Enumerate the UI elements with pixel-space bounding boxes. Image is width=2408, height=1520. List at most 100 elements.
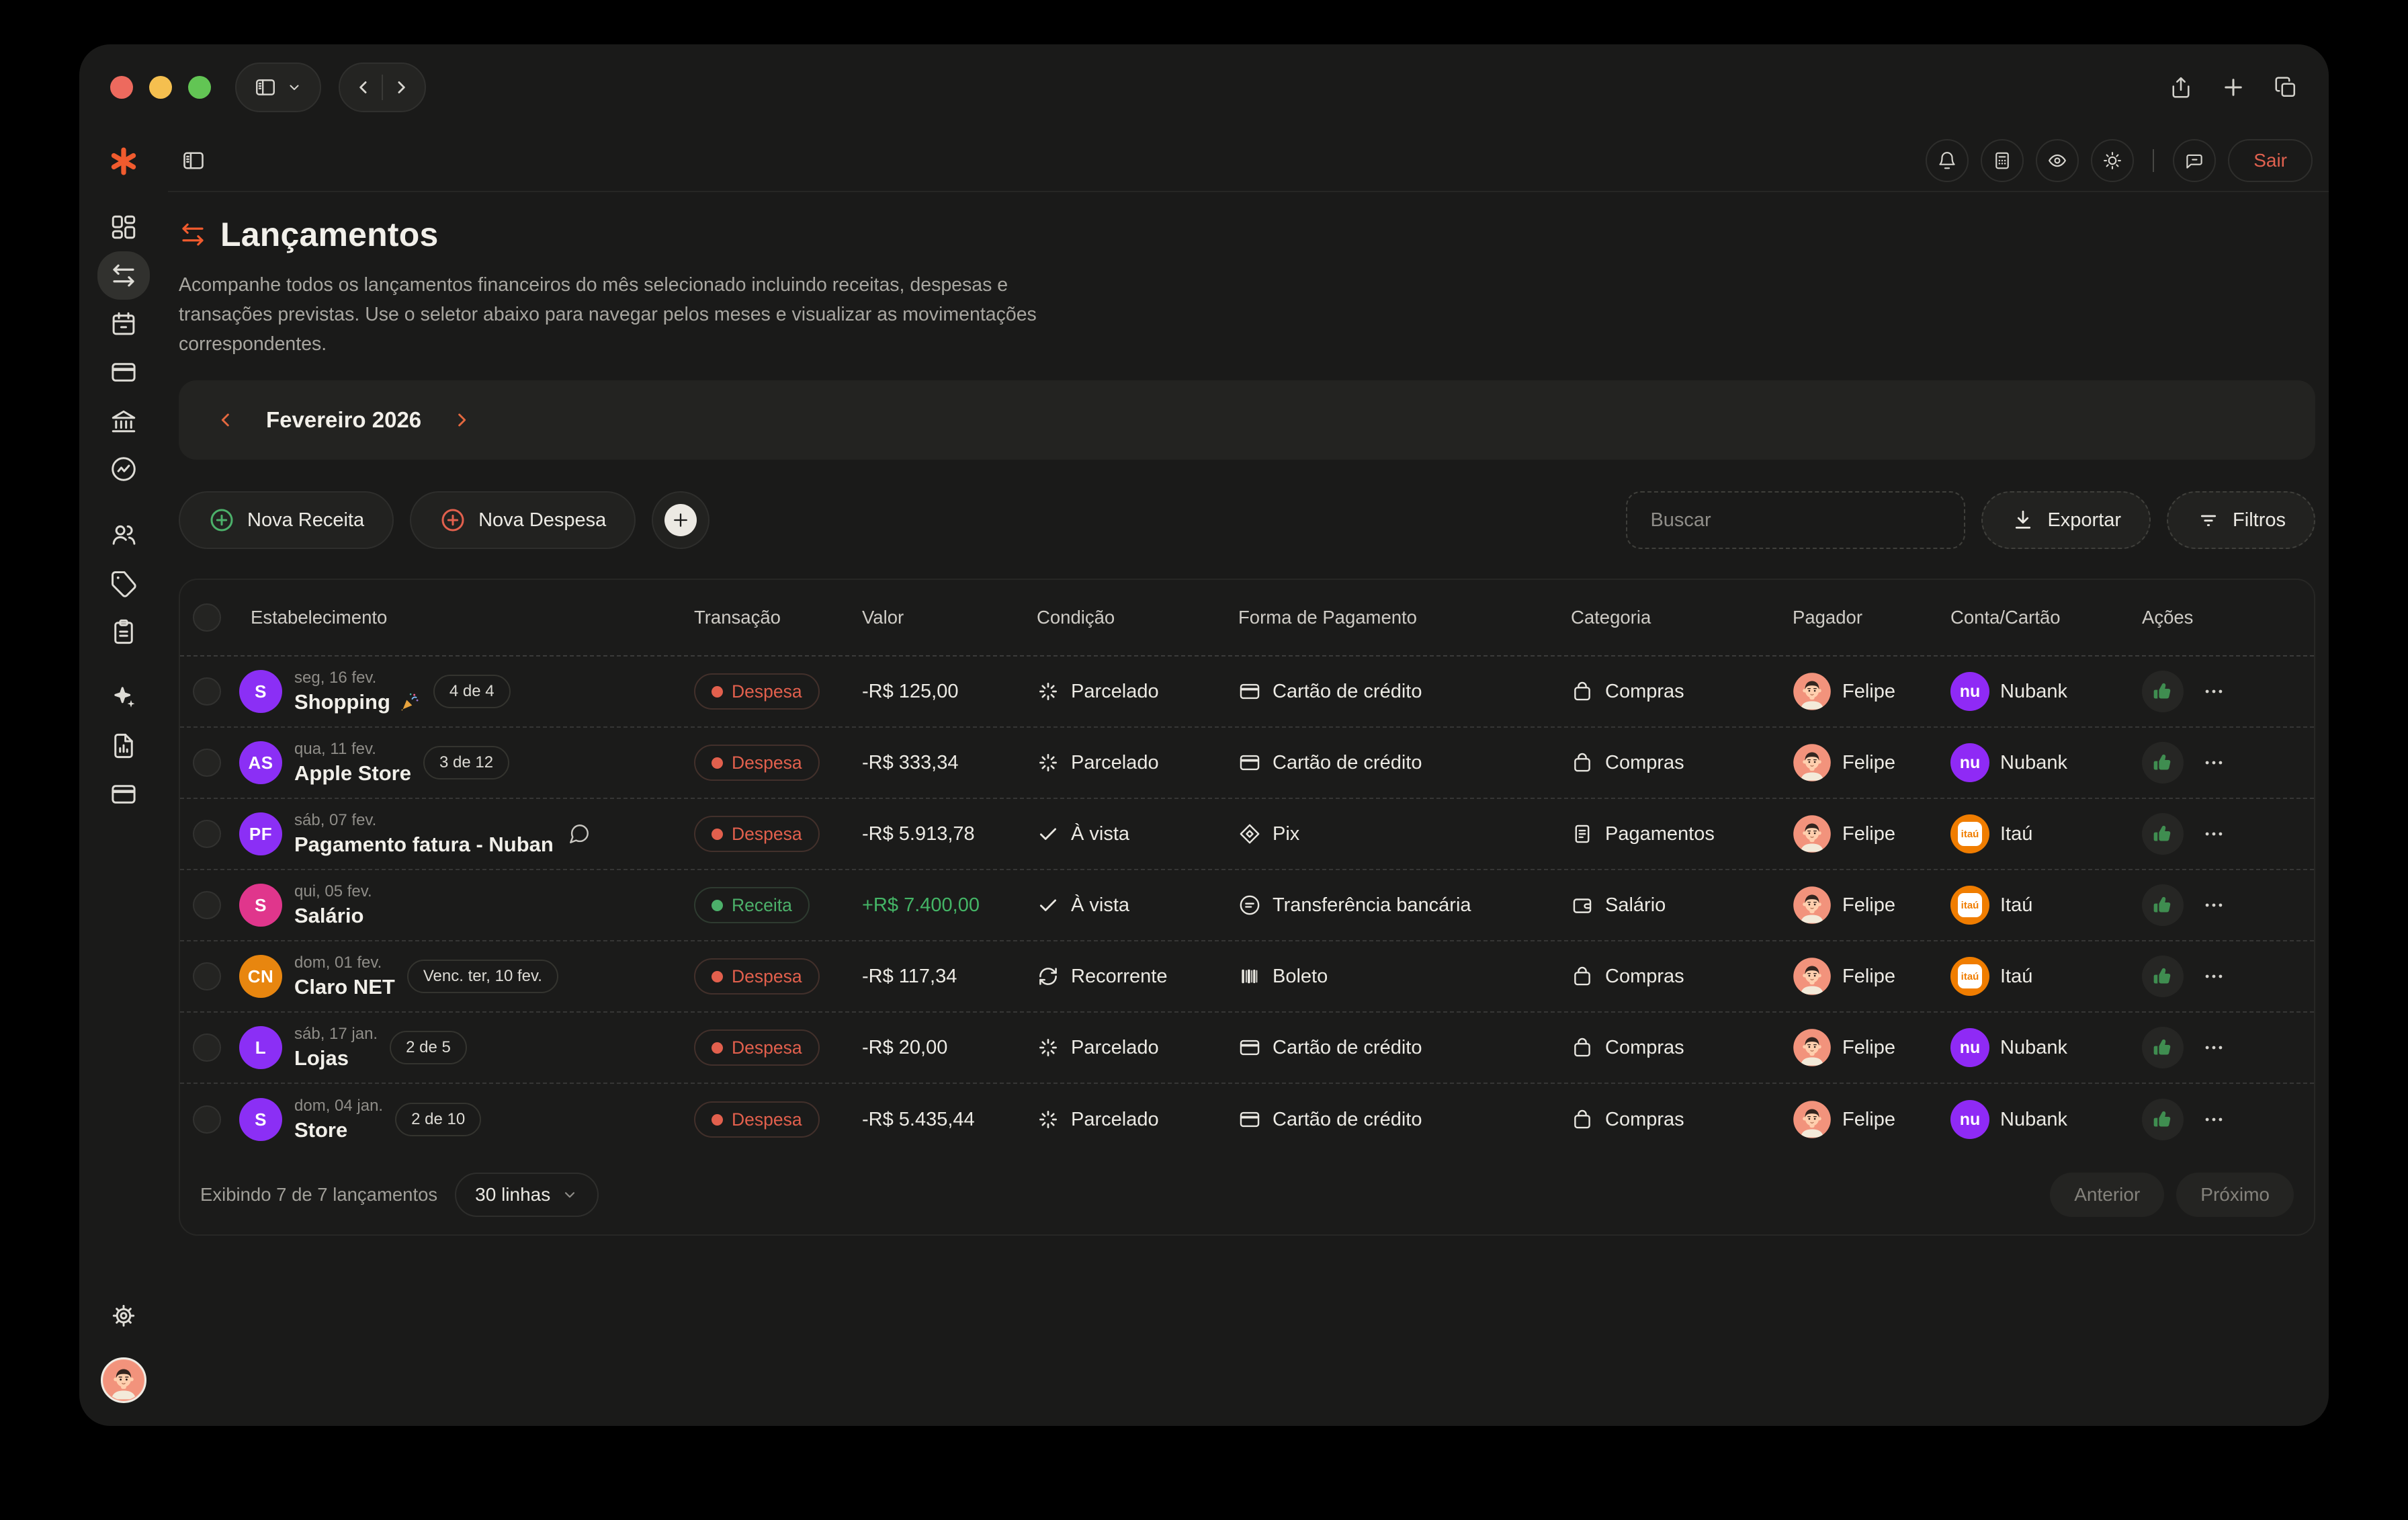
establishment-avatar: S: [239, 1098, 282, 1141]
column-header: Condição: [1037, 607, 1115, 628]
sidebar-item-activity[interactable]: [97, 445, 150, 493]
logout-button[interactable]: Sair: [2228, 139, 2313, 182]
sidebar-item-credit-card[interactable]: [97, 770, 150, 818]
more-actions-button[interactable]: [2202, 965, 2225, 988]
table-row[interactable]: CN dom, 01 fev. Claro NET Venc. ter, 10 …: [180, 941, 2314, 1013]
row-checkbox[interactable]: [193, 677, 221, 706]
approve-button[interactable]: [2142, 813, 2184, 855]
thumbs-up-icon: [2152, 752, 2174, 773]
row-checkbox[interactable]: [193, 891, 221, 919]
establishment-avatar: L: [239, 1026, 282, 1069]
app-logo[interactable]: [108, 130, 139, 192]
eye-button[interactable]: [2036, 139, 2079, 182]
sidebar-item-sparkles[interactable]: [97, 673, 150, 722]
column-header: Transação: [694, 607, 781, 628]
type-label: Receita: [732, 894, 792, 915]
row-checkbox[interactable]: [193, 820, 221, 848]
forward-button[interactable]: [391, 77, 411, 97]
approve-button[interactable]: [2142, 742, 2184, 784]
sidebar-item-file-chart[interactable]: [97, 722, 150, 770]
page-content: Lançamentos Acompanhe todos os lançament…: [168, 192, 2329, 1426]
approve-button[interactable]: [2142, 884, 2184, 926]
establishment-name: Salário: [294, 904, 364, 927]
next-month-button[interactable]: [451, 409, 472, 431]
table-row[interactable]: PF sáb, 07 fev. Pagamento fatura - Nuban…: [180, 799, 2314, 870]
table-row[interactable]: S qui, 05 fev. Salário Receita +R$ 7.400…: [180, 870, 2314, 941]
sidebar-item-clipboard[interactable]: [97, 607, 150, 656]
next-page-button[interactable]: Próximo: [2176, 1173, 2294, 1217]
avatar-initials: S: [255, 894, 267, 915]
table-row[interactable]: L sáb, 17 jan. Lojas 2 de 5 Despesa -R$ …: [180, 1013, 2314, 1084]
more-actions-button[interactable]: [2202, 680, 2225, 703]
approve-button[interactable]: [2142, 671, 2184, 712]
calculator-button[interactable]: [1981, 139, 2024, 182]
feedback-button[interactable]: [2173, 139, 2217, 182]
more-actions-button[interactable]: [2202, 751, 2225, 774]
search-input[interactable]: [1626, 491, 1966, 549]
payment-method-label: Pix: [1273, 822, 1300, 845]
sidebar-toggle-button[interactable]: [235, 62, 321, 112]
filters-button[interactable]: Filtros: [2167, 491, 2315, 549]
establishment-name: Claro NET: [294, 975, 395, 999]
rows-per-page-select[interactable]: 30 linhas: [455, 1173, 599, 1217]
more-actions-button[interactable]: [2202, 1108, 2225, 1131]
bell-button[interactable]: [1926, 139, 1969, 182]
month-selector: Fevereiro 2026: [179, 380, 2315, 460]
table-row[interactable]: S seg, 16 fev. Shopping 4 de 4 Despesa -…: [180, 657, 2314, 728]
approve-button[interactable]: [2142, 956, 2184, 997]
payer-avatar: [1793, 1028, 1832, 1067]
tab-overview-button[interactable]: [2274, 75, 2298, 99]
file-chart-icon: [110, 732, 138, 760]
share-button[interactable]: [2169, 75, 2193, 99]
new-expense-button[interactable]: Nova Despesa: [410, 491, 636, 549]
installments-badge: Venc. ter, 10 fev.: [406, 960, 558, 993]
comment-icon[interactable]: [568, 822, 591, 845]
sidebar-item-tag[interactable]: [97, 559, 150, 607]
approve-button[interactable]: [2142, 1027, 2184, 1068]
type-label: Despesa: [732, 681, 802, 702]
window-titlebar: [79, 44, 2329, 130]
quick-add-button[interactable]: [652, 491, 710, 549]
new-income-button[interactable]: Nova Receita: [179, 491, 394, 549]
sidebar-item-credit-card[interactable]: [97, 348, 150, 396]
sidebar-item-transfers[interactable]: [97, 251, 150, 300]
back-button[interactable]: [353, 77, 374, 97]
row-checkbox[interactable]: [193, 1105, 221, 1134]
row-checkbox[interactable]: [193, 1033, 221, 1062]
collapse-sidebar-button[interactable]: [181, 149, 206, 173]
account-name: Itaú: [2000, 965, 2033, 987]
transaction-value: -R$ 333,34: [862, 751, 959, 773]
sidebar-item-bank[interactable]: [97, 396, 150, 445]
category-label: Pagamentos: [1605, 822, 1715, 845]
previous-page-button[interactable]: Anterior: [2050, 1173, 2165, 1217]
select-all-checkbox[interactable]: [193, 603, 221, 632]
row-checkbox[interactable]: [193, 749, 221, 777]
thumbs-up-icon: [2152, 1109, 2174, 1130]
more-actions-button[interactable]: [2202, 894, 2225, 917]
appbar-actions: [1926, 139, 2135, 182]
table-row[interactable]: S dom, 04 jan. Store 2 de 10 Despesa -R$…: [180, 1084, 2314, 1155]
sidebar-item-calendar[interactable]: [97, 300, 150, 348]
row-checkbox[interactable]: [193, 962, 221, 990]
new-income-label: Nova Receita: [247, 509, 365, 531]
sidebar-item-settings[interactable]: [97, 1292, 150, 1340]
new-tab-button[interactable]: [2221, 75, 2245, 99]
payment-method-icon: [1238, 1036, 1261, 1059]
type-dot: [712, 970, 723, 982]
table-row[interactable]: AS qua, 11 fev. Apple Store 3 de 12 Desp…: [180, 728, 2314, 799]
sidebar-item-dashboard[interactable]: [97, 203, 150, 251]
more-actions-button[interactable]: [2202, 1036, 2225, 1059]
user-avatar[interactable]: [101, 1357, 146, 1403]
transaction-value: -R$ 5.913,78: [862, 822, 975, 845]
payer-name: Felipe: [1842, 965, 1895, 987]
minimize-window-button[interactable]: [149, 76, 172, 99]
approve-button[interactable]: [2142, 1099, 2184, 1140]
close-window-button[interactable]: [110, 76, 133, 99]
zoom-window-button[interactable]: [188, 76, 211, 99]
sun-button[interactable]: [2091, 139, 2135, 182]
export-button[interactable]: Exportar: [1981, 491, 2151, 549]
type-label: Despesa: [732, 1109, 802, 1130]
more-actions-button[interactable]: [2202, 822, 2225, 845]
previous-month-button[interactable]: [215, 409, 236, 431]
sidebar-item-users[interactable]: [97, 511, 150, 559]
